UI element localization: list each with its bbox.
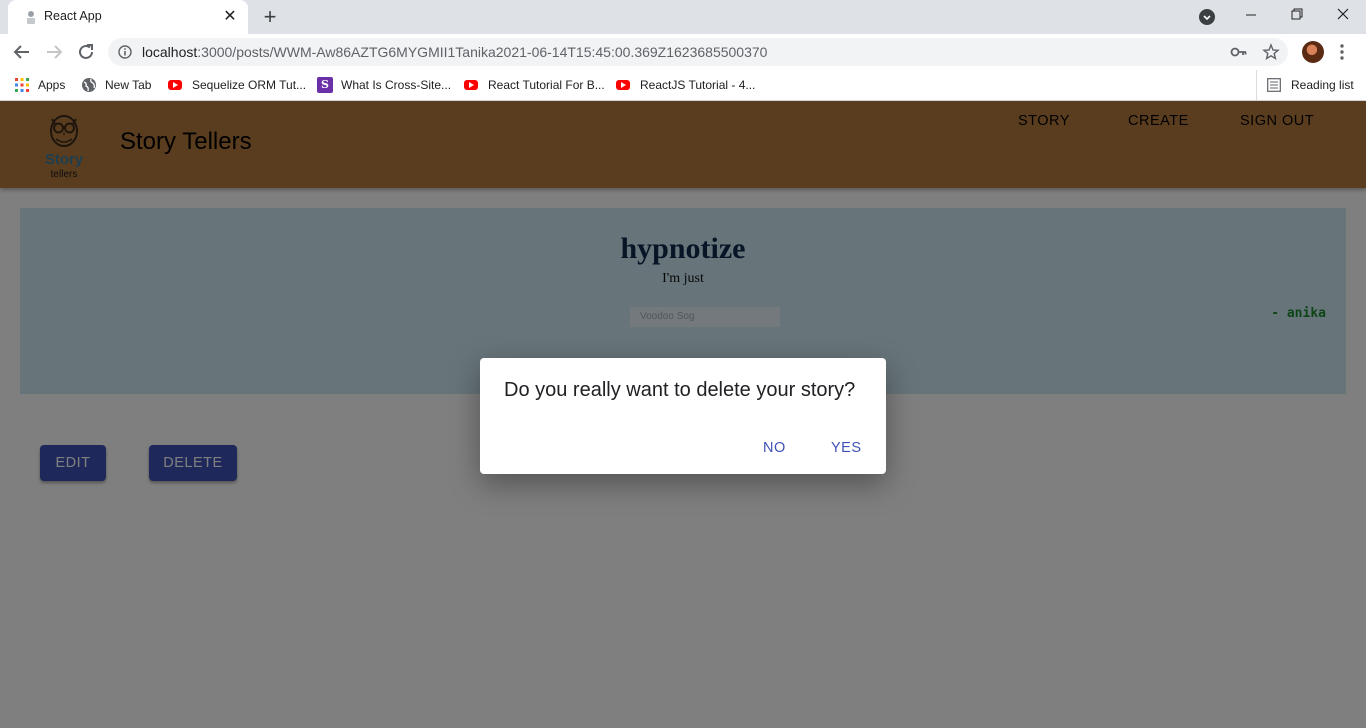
browser-tab-strip: React App ✕ + xyxy=(0,0,1366,34)
reload-icon[interactable] xyxy=(74,40,98,64)
bookmark-label: React Tutorial For B... xyxy=(488,78,605,92)
youtube-icon xyxy=(616,80,630,90)
globe-icon xyxy=(82,78,96,92)
profile-avatar[interactable] xyxy=(1302,41,1324,63)
minimize-button[interactable] xyxy=(1228,0,1274,30)
kebab-menu-icon[interactable] xyxy=(1338,43,1346,61)
bookmark-reactjs-tutorial[interactable]: ReactJS Tutorial - 4... xyxy=(615,76,755,94)
forward-arrow-icon[interactable] xyxy=(42,40,66,64)
bookmark-sequelize[interactable]: Sequelize ORM Tut... xyxy=(167,76,306,94)
site-info-icon[interactable] xyxy=(118,45,132,59)
apps-grid-icon xyxy=(15,78,29,92)
close-tab-icon[interactable]: ✕ xyxy=(220,7,240,27)
key-icon[interactable] xyxy=(1230,44,1248,60)
bookmark-label: Apps xyxy=(38,78,66,92)
bookmark-new-tab[interactable]: New Tab xyxy=(81,76,151,94)
s-icon: S xyxy=(317,77,333,93)
tab-search-icon[interactable] xyxy=(1199,9,1215,25)
react-app-favicon xyxy=(27,11,35,24)
bookmark-label: What Is Cross-Site... xyxy=(341,78,452,92)
bookmark-react-tutorial[interactable]: React Tutorial For B... xyxy=(463,76,605,94)
tab-title: React App xyxy=(44,9,102,23)
address-bar[interactable]: localhost:3000/posts/WWM-Aw86AZTG6MYGMII… xyxy=(108,38,1288,66)
bookmarks-bar: Apps New Tab Sequelize ORM Tut... S What… xyxy=(0,70,1366,101)
youtube-icon xyxy=(464,80,478,90)
url-host: localhost xyxy=(142,44,198,60)
reading-list-button[interactable]: Reading list xyxy=(1256,70,1354,100)
bookmark-label: New Tab xyxy=(105,78,152,92)
bookmark-label: ReactJS Tutorial - 4... xyxy=(640,78,756,92)
browser-toolbar: localhost:3000/posts/WWM-Aw86AZTG6MYGMII… xyxy=(0,34,1366,70)
dialog-yes-button[interactable]: YES xyxy=(831,440,862,456)
dialog-message: Do you really want to delete your story? xyxy=(504,379,856,401)
delete-confirm-dialog: Do you really want to delete your story?… xyxy=(480,358,886,474)
reading-list-icon xyxy=(1267,78,1281,92)
close-window-button[interactable] xyxy=(1320,0,1366,30)
bookmark-star-icon[interactable] xyxy=(1262,43,1280,61)
new-tab-button[interactable]: + xyxy=(258,6,282,28)
back-arrow-icon[interactable] xyxy=(10,40,34,64)
youtube-icon xyxy=(168,80,182,90)
browser-tab[interactable]: React App ✕ xyxy=(8,0,248,34)
reading-list-label: Reading list xyxy=(1291,78,1354,92)
restore-button[interactable] xyxy=(1274,0,1320,30)
dialog-no-button[interactable]: NO xyxy=(763,440,786,456)
url-path: :3000/posts/WWM-Aw86AZTG6MYGMII1Tanika20… xyxy=(197,44,768,60)
url-text[interactable]: localhost:3000/posts/WWM-Aw86AZTG6MYGMII… xyxy=(142,44,767,60)
bookmark-label: Sequelize ORM Tut... xyxy=(192,78,307,92)
bookmark-cross-site[interactable]: S What Is Cross-Site... xyxy=(317,76,451,94)
bookmark-apps[interactable]: Apps xyxy=(14,76,65,94)
